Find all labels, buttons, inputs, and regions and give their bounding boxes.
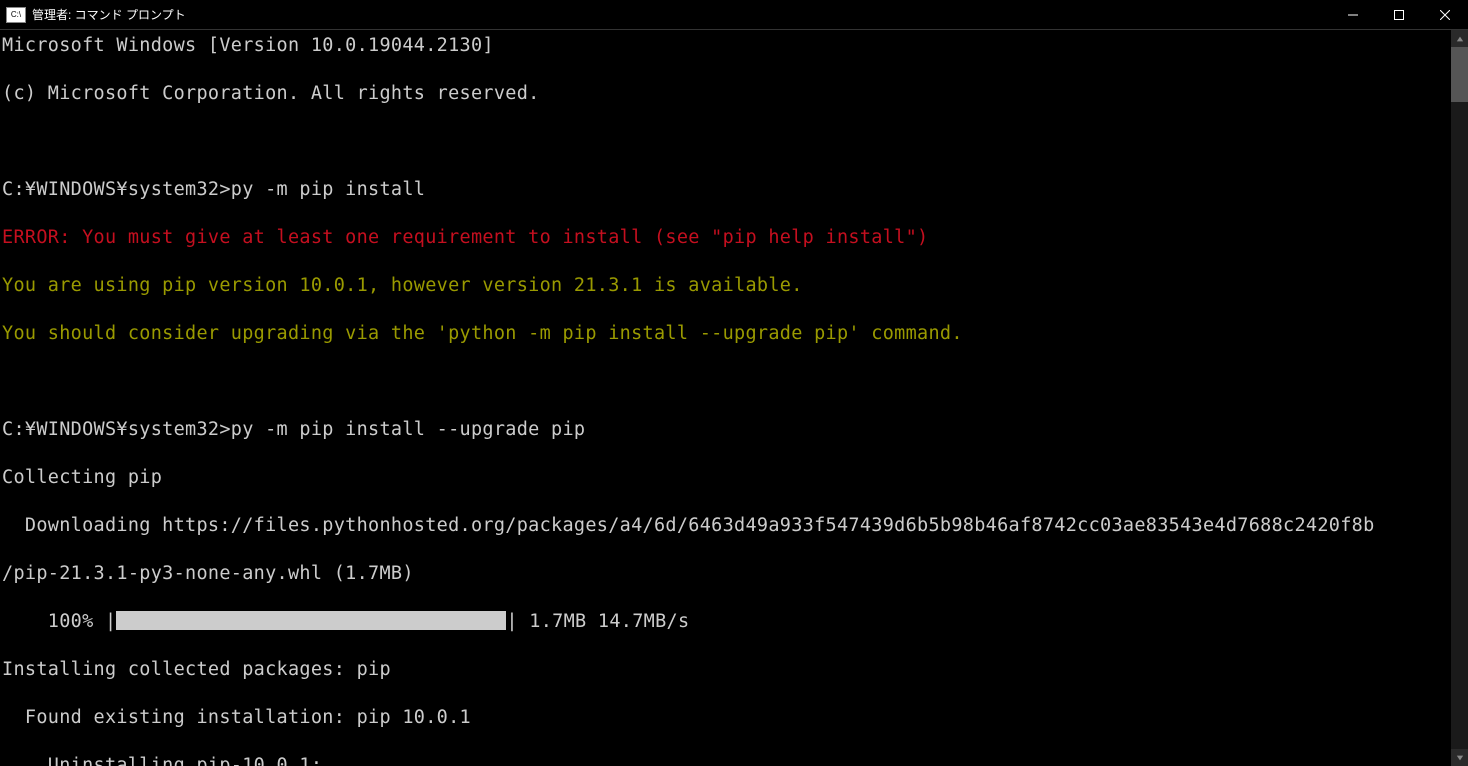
copyright-line: (c) Microsoft Corporation. All rights re… — [2, 82, 1451, 106]
error-line: ERROR: You must give at least one requir… — [2, 226, 1451, 250]
command-text: py -m pip install --upgrade pip — [231, 419, 586, 440]
warning-line-2: You should consider upgrading via the 'p… — [2, 322, 1451, 346]
scrollbar-thumb[interactable] — [1451, 47, 1468, 102]
titlebar-left: C:\ 管理者: コマンド プロンプト — [0, 6, 186, 23]
output-line: Downloading https://files.pythonhosted.o… — [2, 514, 1451, 538]
terminal-output[interactable]: Microsoft Windows [Version 10.0.19044.21… — [0, 30, 1451, 766]
progress-percent: 100% | — [2, 611, 116, 632]
cmd-icon-text: C:\ — [11, 10, 21, 19]
vertical-scrollbar[interactable] — [1451, 30, 1468, 766]
blank-line — [2, 130, 1451, 154]
terminal-container: Microsoft Windows [Version 10.0.19044.21… — [0, 30, 1468, 766]
blank-line — [2, 370, 1451, 394]
progress-stats: | 1.7MB 14.7MB/s — [506, 611, 689, 632]
scrollbar-track[interactable] — [1451, 47, 1468, 749]
minimize-button[interactable] — [1330, 0, 1376, 29]
scroll-down-arrow[interactable] — [1451, 749, 1468, 766]
close-button[interactable] — [1422, 0, 1468, 29]
maximize-button[interactable] — [1376, 0, 1422, 29]
window-title: 管理者: コマンド プロンプト — [32, 6, 186, 23]
output-line: Installing collected packages: pip — [2, 658, 1451, 682]
output-line: Found existing installation: pip 10.0.1 — [2, 706, 1451, 730]
window-controls — [1330, 0, 1468, 29]
command-text: py -m pip install — [231, 179, 425, 200]
prompt-line-1: C:¥WINDOWS¥system32>py -m pip install — [2, 178, 1451, 202]
window-titlebar: C:\ 管理者: コマンド プロンプト — [0, 0, 1468, 30]
output-line: Uninstalling pip-10.0.1: — [2, 754, 1451, 766]
progress-bar — [116, 611, 506, 630]
progress-line: 100% | | 1.7MB 14.7MB/s — [2, 610, 1451, 634]
prompt-text: C:¥WINDOWS¥system32> — [2, 179, 231, 200]
prompt-text: C:¥WINDOWS¥system32> — [2, 419, 231, 440]
prompt-line-2: C:¥WINDOWS¥system32>py -m pip install --… — [2, 418, 1451, 442]
scroll-up-arrow[interactable] — [1451, 30, 1468, 47]
cmd-icon: C:\ — [6, 7, 26, 23]
output-line: Collecting pip — [2, 466, 1451, 490]
warning-line-1: You are using pip version 10.0.1, howeve… — [2, 274, 1451, 298]
output-line: /pip-21.3.1-py3-none-any.whl (1.7MB) — [2, 562, 1451, 586]
os-version-line: Microsoft Windows [Version 10.0.19044.21… — [2, 34, 1451, 58]
